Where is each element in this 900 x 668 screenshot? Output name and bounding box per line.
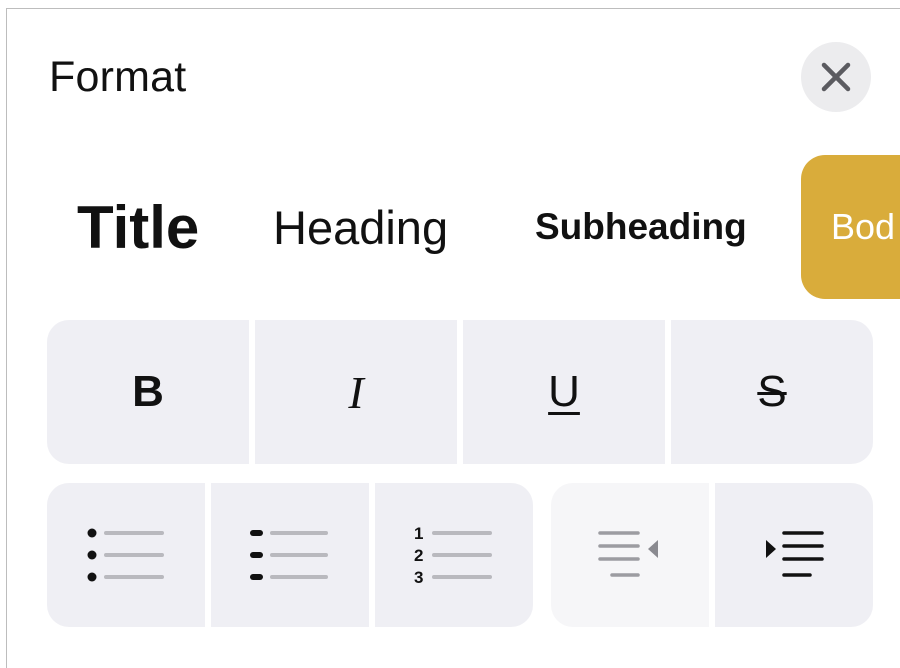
bulleted-list-button[interactable] [47, 483, 205, 627]
decrease-indent-icon [598, 531, 658, 577]
numbered-list-button[interactable]: 1 2 3 [375, 483, 533, 627]
numbered-list-label-3: 3 [414, 568, 423, 587]
bold-label: B [132, 367, 164, 416]
increase-indent-icon [766, 531, 824, 577]
panel-title: Format [49, 53, 187, 101]
dashed-list-icon [250, 530, 328, 580]
indent-group [551, 483, 873, 627]
style-title-option[interactable]: Title [77, 155, 199, 299]
numbered-list-label-2: 2 [414, 546, 423, 565]
close-button[interactable] [801, 42, 871, 112]
italic-button[interactable]: I [255, 320, 457, 464]
list-style-group: 1 2 3 [47, 483, 533, 627]
increase-indent-button[interactable] [715, 483, 873, 627]
decrease-indent-button[interactable] [551, 483, 709, 627]
close-icon [821, 62, 851, 92]
underline-label: U [548, 367, 580, 416]
underline-button[interactable]: U [463, 320, 665, 464]
numbered-list-icon: 1 2 3 [414, 524, 492, 587]
style-body-option[interactable]: Bod [801, 155, 900, 299]
style-heading-option[interactable]: Heading [273, 155, 448, 299]
format-panel: Format Title Heading Subheading Bod B I … [6, 8, 900, 668]
bulleted-list-icon [87, 528, 164, 582]
strikethrough-label: S [757, 367, 787, 416]
text-style-group: B I U S [47, 320, 873, 464]
paragraph-style-row: Title Heading Subheading Bod [7, 155, 900, 299]
dashed-list-button[interactable] [211, 483, 369, 627]
style-subheading-option[interactable]: Subheading [535, 155, 747, 299]
italic-label: I [348, 366, 364, 418]
strikethrough-button[interactable]: S [671, 320, 873, 464]
bold-button[interactable]: B [47, 320, 249, 464]
numbered-list-label-1: 1 [414, 524, 423, 543]
